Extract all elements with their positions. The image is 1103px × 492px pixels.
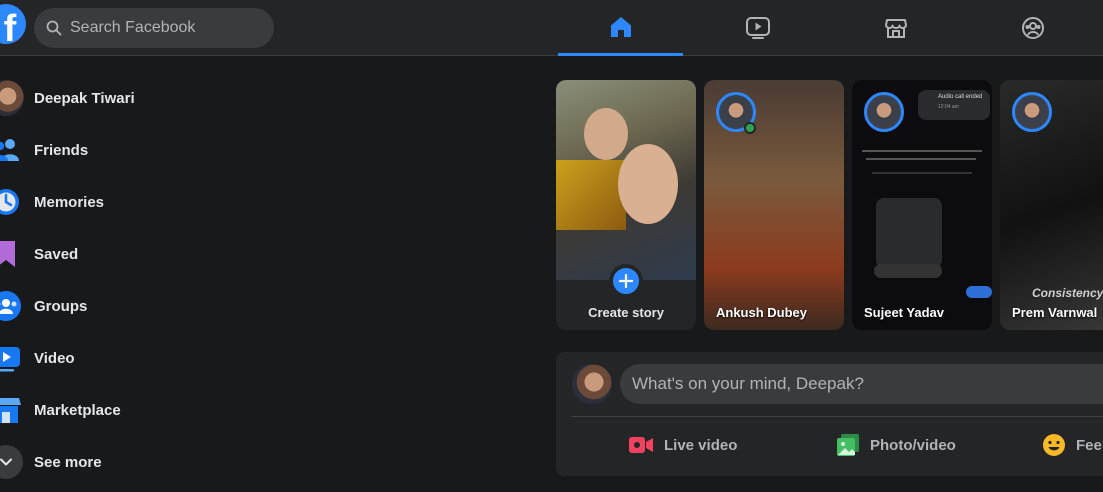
sidebar-item-label: See more xyxy=(34,453,102,471)
left-sidebar: Deepak Tiwari Friends Memories Saved Gro… xyxy=(0,72,300,488)
story-owner-name: Prem Varnwal xyxy=(1012,305,1098,320)
memories-icon xyxy=(0,184,24,220)
story-overlay-text: Consistency xyxy=(1032,286,1103,300)
sidebar-item-label: Groups xyxy=(34,297,88,315)
story-card-prem[interactable]: Consistency Prem Varnwal xyxy=(1000,80,1103,330)
feeling-activity-button[interactable]: Feel xyxy=(1042,430,1103,460)
avatar[interactable] xyxy=(572,364,612,404)
chat-message xyxy=(966,286,992,298)
sidebar-item-profile[interactable]: Deepak Tiwari xyxy=(0,72,300,124)
live-video-icon xyxy=(629,437,653,453)
story-avatar xyxy=(864,92,904,132)
feeling-icon xyxy=(1043,434,1065,456)
sidebar-item-label: Video xyxy=(34,349,75,367)
feeling-activity-label: Feel xyxy=(1076,436,1103,454)
top-navigation-bar: f xyxy=(0,0,1103,56)
profile-avatar xyxy=(0,80,24,116)
watch-icon xyxy=(745,17,770,39)
sidebar-item-label: Saved xyxy=(34,245,79,263)
live-video-label: Live video xyxy=(664,436,738,454)
call-ended-bubble: Audio call ended 12:04 am xyxy=(918,90,990,120)
sidebar-item-label: Memories xyxy=(34,193,105,211)
photo-video-button[interactable]: Photo/video xyxy=(836,430,956,460)
create-story-photo xyxy=(556,80,696,280)
story-owner-name: Ankush Dubey xyxy=(716,305,808,320)
sidebar-item-label: Deepak Tiwari xyxy=(34,89,135,107)
sidebar-item-memories[interactable]: Memories xyxy=(0,176,300,228)
tab-watch[interactable] xyxy=(695,0,820,56)
plus-icon[interactable] xyxy=(609,264,643,298)
whats-on-your-mind-input[interactable]: What's on your mind, Deepak? xyxy=(620,364,1103,404)
sidebar-item-friends[interactable]: Friends xyxy=(0,124,300,176)
photo-video-label: Photo/video xyxy=(870,436,956,454)
call-ended-time: 12:04 am xyxy=(938,104,959,110)
story-avatar xyxy=(1012,92,1052,132)
groups-icon xyxy=(1021,17,1044,39)
live-video-button[interactable]: Live video xyxy=(628,430,737,460)
create-story-card[interactable]: Create story xyxy=(556,80,696,330)
facebook-logo[interactable]: f xyxy=(0,4,26,44)
sidebar-item-label: Friends xyxy=(34,141,89,159)
home-icon xyxy=(610,16,631,37)
call-ended-title: Audio call ended xyxy=(938,94,983,100)
saved-icon xyxy=(0,236,24,272)
video-icon xyxy=(0,340,24,376)
story-card-ankush[interactable]: Ankush Dubey xyxy=(704,80,844,330)
chevron-down-icon xyxy=(0,444,24,480)
sidebar-item-saved[interactable]: Saved xyxy=(0,228,300,280)
photo-icon xyxy=(837,434,859,456)
post-composer: What's on your mind, Deepak? Live video … xyxy=(556,352,1103,476)
tab-groups[interactable] xyxy=(970,0,1095,56)
marketplace-icon xyxy=(0,392,24,428)
marketplace-icon xyxy=(884,19,907,38)
facebook-logo-letter: f xyxy=(3,8,17,44)
create-story-label: Create story xyxy=(588,305,664,320)
friends-icon xyxy=(0,132,24,168)
story-owner-name: Sujeet Yadav xyxy=(864,305,944,320)
search-input[interactable] xyxy=(70,19,250,37)
sidebar-item-groups[interactable]: Groups xyxy=(0,280,300,332)
sidebar-item-see-more[interactable]: See more xyxy=(0,436,300,488)
chat-message xyxy=(874,264,942,278)
chat-message xyxy=(876,198,942,268)
groups-icon xyxy=(0,288,24,324)
sidebar-item-video[interactable]: Video xyxy=(0,332,300,384)
sidebar-item-marketplace[interactable]: Marketplace xyxy=(0,384,300,436)
tab-marketplace[interactable] xyxy=(833,0,958,56)
story-card-sujeet[interactable]: Audio call ended 12:04 am Sujeet Yadav xyxy=(852,80,992,330)
online-status-dot xyxy=(744,122,756,134)
composer-divider xyxy=(572,416,1103,417)
sidebar-item-label: Marketplace xyxy=(34,401,121,419)
tab-home[interactable] xyxy=(558,0,683,56)
search-icon xyxy=(46,20,62,36)
search-box[interactable] xyxy=(34,8,274,48)
